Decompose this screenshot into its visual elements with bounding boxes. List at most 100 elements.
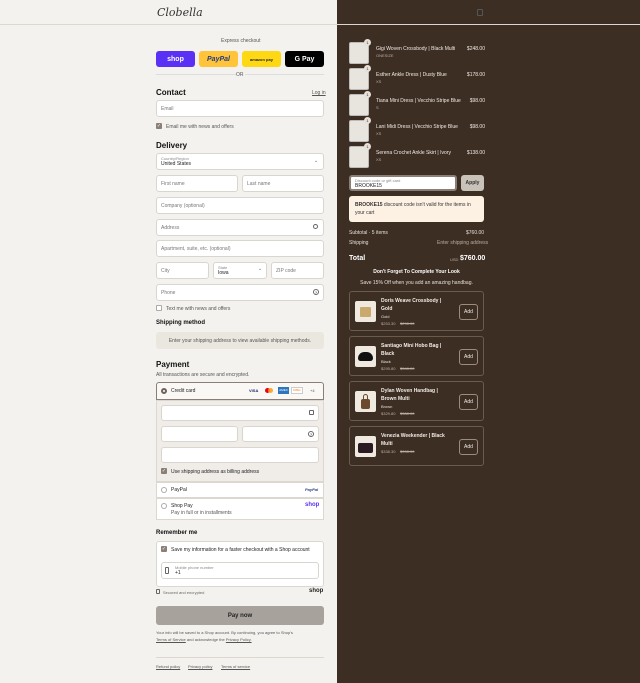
privacy-policy-link[interactable]: Privacy Policy. [226, 637, 252, 642]
text-news-checkbox[interactable] [156, 305, 162, 311]
chevron-down-icon: ⌄ [258, 266, 263, 272]
product-variant: ONESIZE [376, 53, 394, 58]
company-field[interactable]: Company (optional) [156, 197, 324, 214]
upsell-product-card: Doris Weave Crossbody | Gold Gold $253.3… [349, 291, 484, 331]
cart-item: 1 Esther Ankle Dress | Dusty Blue XS $17… [349, 65, 485, 90]
privacy-policy-footer-link[interactable]: Privacy policy [188, 664, 212, 669]
amazon-pay-button[interactable]: amazon pay [242, 51, 281, 67]
sale-price: $295.80 [381, 366, 396, 371]
login-link[interactable]: Log in [312, 90, 326, 96]
product-variant: Gold [381, 314, 390, 319]
shop-pay-option[interactable] [156, 498, 324, 520]
email-news-checkbox[interactable]: ✓ [156, 123, 162, 129]
amex-icon: AMEX [278, 387, 289, 394]
discount-code-field[interactable]: Discount code or gift card BROOKE15 [349, 175, 457, 191]
phone-icon [165, 567, 169, 574]
name-on-card-field[interactable] [161, 447, 319, 463]
first-name-field[interactable]: First name [156, 175, 238, 192]
remember-me-heading: Remember me [156, 530, 198, 536]
add-button[interactable]: Add [459, 439, 478, 455]
terms-of-service-link[interactable]: Terms of Service [156, 637, 186, 642]
legal-line: Your info will be saved to a Shop accoun… [156, 630, 293, 635]
city-field[interactable]: City [156, 262, 209, 279]
shopping-bag-icon[interactable] [477, 9, 483, 16]
mobile-phone-field[interactable]: Mobile phone number +1 [161, 562, 319, 579]
refund-policy-link[interactable]: Refund policy [156, 664, 180, 669]
divider [156, 657, 324, 658]
help-icon[interactable]: ? [308, 431, 314, 437]
product-variant: Black [381, 359, 391, 364]
product-name: Venezia Weekender | Black Multi [381, 433, 445, 447]
shipping-label: Shipping [349, 240, 369, 246]
product-name: Gigi Woven Crossbody | Black Multi [376, 46, 456, 52]
product-image [355, 436, 376, 457]
phone-field[interactable]: Phone [156, 284, 324, 301]
add-button[interactable]: Add [459, 349, 478, 365]
credit-card-radio[interactable] [161, 388, 167, 394]
google-pay-button[interactable]: G Pay [285, 51, 324, 67]
upsell-title: Don't Forget To Complete Your Look [373, 269, 460, 275]
quantity-badge: 1 [364, 91, 371, 98]
contact-heading: Contact [156, 88, 186, 97]
shop-pay-subtitle: Pay in full or in installments [171, 510, 232, 516]
chevron-down-icon: ⌄ [314, 158, 319, 164]
quantity-badge: 1 [364, 143, 371, 150]
terms-of-service-footer-link[interactable]: Terms of service [221, 664, 250, 669]
mobile-phone-value: +1 [175, 570, 181, 576]
header: Clobella [0, 0, 640, 25]
paypal-button[interactable]: PayPal [199, 51, 238, 67]
credit-card-label: Credit card [171, 388, 196, 394]
shipping-value: Enter shipping address [437, 240, 489, 246]
original-price: $398.00 [400, 449, 415, 454]
paypal-radio[interactable] [161, 487, 167, 493]
address-field[interactable]: Address [156, 219, 324, 236]
country-select[interactable]: Country/Region United States [156, 153, 324, 170]
save-info-checkbox[interactable]: ✓ [161, 546, 167, 552]
pay-now-button[interactable]: Pay now [156, 606, 324, 625]
product-price: $248.00 [466, 46, 485, 52]
upsell-subtitle: Save 15% Off when you add an amazing han… [360, 280, 473, 286]
currency-code: USD [450, 257, 459, 262]
last-name-field[interactable]: Last name [242, 175, 324, 192]
paypal-label: PayPal [171, 487, 187, 493]
shop-pay-button[interactable]: shop [156, 51, 195, 67]
quantity-badge: 1 [364, 65, 371, 72]
discount-error-code: BROOKE15 [355, 202, 383, 208]
mastercard-icon [265, 388, 273, 393]
legal-text: Your info will be saved to a Shop accoun… [156, 629, 324, 643]
product-name: Serena Crochet Ankle Skirt | Ivory [376, 150, 451, 156]
original-price: $388.00 [400, 411, 415, 416]
discount-error-banner: BROOKE15 discount code isn't valid for t… [349, 196, 484, 222]
add-button[interactable]: Add [459, 304, 478, 320]
apply-button[interactable]: Apply [461, 175, 484, 191]
billing-address-checkbox[interactable]: ✓ [161, 468, 167, 474]
delivery-heading: Delivery [156, 141, 188, 150]
text-news-label: Text me with news and offers [166, 306, 231, 312]
email-news-label: Email me with news and offers [166, 124, 234, 130]
billing-address-label: Use shipping address as billing address [171, 469, 260, 475]
shop-pay-label: Shop Pay [171, 503, 193, 509]
shop-pay-radio[interactable] [161, 503, 167, 509]
product-image [355, 301, 376, 322]
email-field[interactable]: Email [156, 100, 324, 117]
product-variant: XS [376, 157, 382, 162]
lock-icon [309, 410, 314, 415]
apartment-field[interactable]: Apartment, suite, etc. (optional) [156, 240, 324, 257]
legal-and: and acknowledge the [186, 637, 225, 642]
original-price: $298.00 [400, 321, 415, 326]
product-name: Esther Ankle Dress | Dusty Blue [376, 72, 447, 78]
cart-item: 1 Lani Midi Dress | Vecchio Stripe Blue … [349, 117, 485, 142]
help-icon[interactable]: ? [313, 289, 319, 295]
total-label: Total [349, 255, 366, 262]
product-name: Tiana Mini Dress | Vecchio Stripe Blue [376, 98, 461, 104]
upsell-product-card: Dylan Woven Handbag | Brown Multi Brown … [349, 381, 484, 421]
add-button[interactable]: Add [459, 394, 478, 410]
expiration-field[interactable] [161, 426, 238, 442]
payment-heading: Payment [156, 360, 190, 369]
sale-price: $253.30 [381, 321, 396, 326]
sale-price: $329.80 [381, 411, 396, 416]
quantity-badge: 1 [364, 117, 371, 124]
brand-logo[interactable]: Clobella [157, 6, 203, 19]
zip-field[interactable]: ZIP code [271, 262, 324, 279]
card-number-field[interactable] [161, 405, 319, 421]
